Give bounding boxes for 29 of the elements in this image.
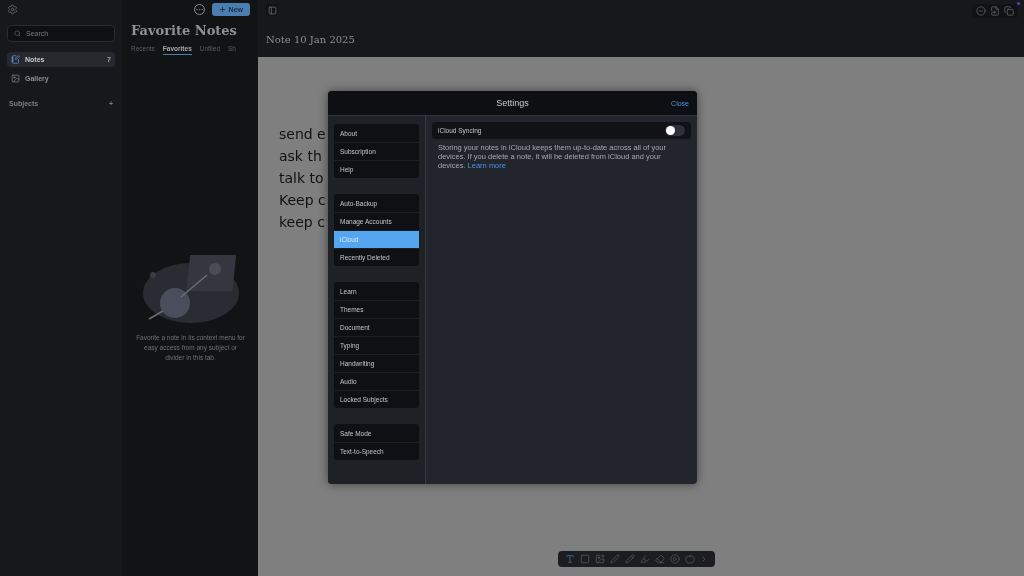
- note-line: keep c: [279, 213, 325, 232]
- notebook-icon: [11, 55, 20, 64]
- eraser-icon[interactable]: [655, 554, 665, 564]
- highlighter-icon[interactable]: [640, 554, 650, 564]
- note-line: send e: [279, 125, 326, 144]
- apple-icon[interactable]: [685, 554, 695, 564]
- pencil-icon[interactable]: [625, 554, 635, 564]
- sidebar-toggle-icon[interactable]: [266, 4, 278, 16]
- note-line: Keep c: [279, 191, 326, 210]
- note-line: talk to: [279, 169, 324, 188]
- image-icon[interactable]: [595, 554, 605, 564]
- settings-icon[interactable]: [7, 4, 18, 15]
- play-icon[interactable]: [670, 554, 680, 564]
- dialog-title: Settings: [496, 98, 529, 108]
- note-line: ask th: [279, 147, 322, 166]
- toggle-switch[interactable]: [665, 125, 685, 136]
- notification-dot: [1017, 2, 1020, 5]
- image-icon: [11, 74, 20, 83]
- chevron-icon[interactable]: [700, 555, 708, 563]
- copy-icon[interactable]: [1004, 6, 1014, 16]
- pen-icon[interactable]: [610, 554, 620, 564]
- search-icon: [14, 30, 21, 37]
- note-title: Note 10 Jan 2025: [266, 34, 356, 45]
- minus-icon[interactable]: [976, 6, 986, 16]
- text-icon[interactable]: [565, 554, 575, 564]
- frame-icon[interactable]: [580, 554, 590, 564]
- plus-icon: [218, 6, 226, 13]
- document-icon[interactable]: [990, 6, 1000, 16]
- panel-title: Favorite Notes: [131, 23, 238, 38]
